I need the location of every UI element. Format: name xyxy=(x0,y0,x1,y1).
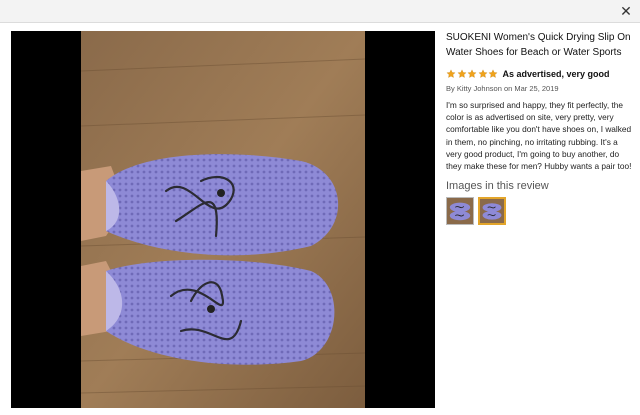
review-photo[interactable] xyxy=(81,31,365,408)
star-icon xyxy=(457,69,466,78)
modal-header: ✕ xyxy=(0,0,640,23)
rating-row: As advertised, very good xyxy=(446,68,632,80)
thumbnail-1[interactable] xyxy=(446,197,474,226)
close-icon[interactable]: ✕ xyxy=(618,3,634,19)
image-viewer xyxy=(11,31,435,408)
images-section-title: Images in this review xyxy=(446,180,549,193)
thumbnail-strip xyxy=(446,197,632,226)
thumbnail-2[interactable] xyxy=(478,197,506,226)
star-icon xyxy=(488,69,498,78)
review-body: I'm so surprised and happy, they fit per… xyxy=(446,100,632,172)
product-title[interactable]: SUOKENI Women's Quick Drying Slip On Wat… xyxy=(446,30,632,60)
star-icon xyxy=(467,69,477,78)
review-byline: By Kitty Johnson on Mar 25, 2019 xyxy=(446,84,559,93)
review-panel: SUOKENI Women's Quick Drying Slip On Wat… xyxy=(446,30,632,226)
review-headline: As advertised, very good xyxy=(502,69,610,79)
star-icon xyxy=(478,69,487,78)
star-rating xyxy=(446,69,499,79)
star-icon xyxy=(446,69,456,78)
